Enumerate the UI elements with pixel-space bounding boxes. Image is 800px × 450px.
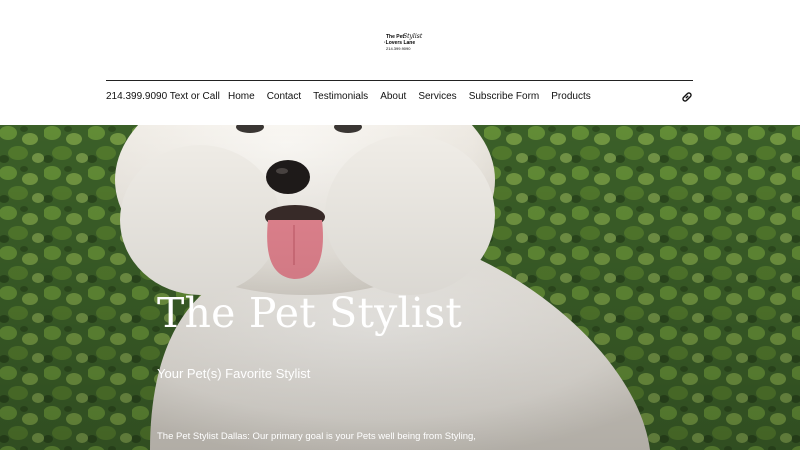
hero-subtitle: Your Pet(s) Favorite Stylist [157,366,311,381]
site-header: The Pet Stylist ·Lovers Lane 214.399.909… [0,0,800,125]
header-divider [106,80,693,81]
nav-services[interactable]: Services [412,91,462,105]
site-logo[interactable]: The Pet Stylist ·Lovers Lane 214.399.909… [384,34,422,53]
nav-products[interactable]: Products [545,91,596,105]
hero-description: The Pet Stylist Dallas: Our primary goal… [157,431,476,442]
main-nav: Home Contact Testimonials About Services… [222,91,597,105]
nav-about[interactable]: About [374,91,412,105]
link-icon[interactable] [680,90,694,104]
phone-contact: 214.399.9090 Text or Call [106,91,220,102]
logo-line-3: 214.399.9090 [386,46,411,51]
hero-title: The Pet Stylist [157,289,463,337]
nav-contact[interactable]: Contact [261,91,307,105]
nav-subscribe-form[interactable]: Subscribe Form [463,91,546,105]
hero-image [0,125,800,450]
nav-testimonials[interactable]: Testimonials [307,91,374,105]
hero-section: The Pet Stylist Your Pet(s) Favorite Sty… [0,125,800,450]
nav-home[interactable]: Home [222,91,261,105]
